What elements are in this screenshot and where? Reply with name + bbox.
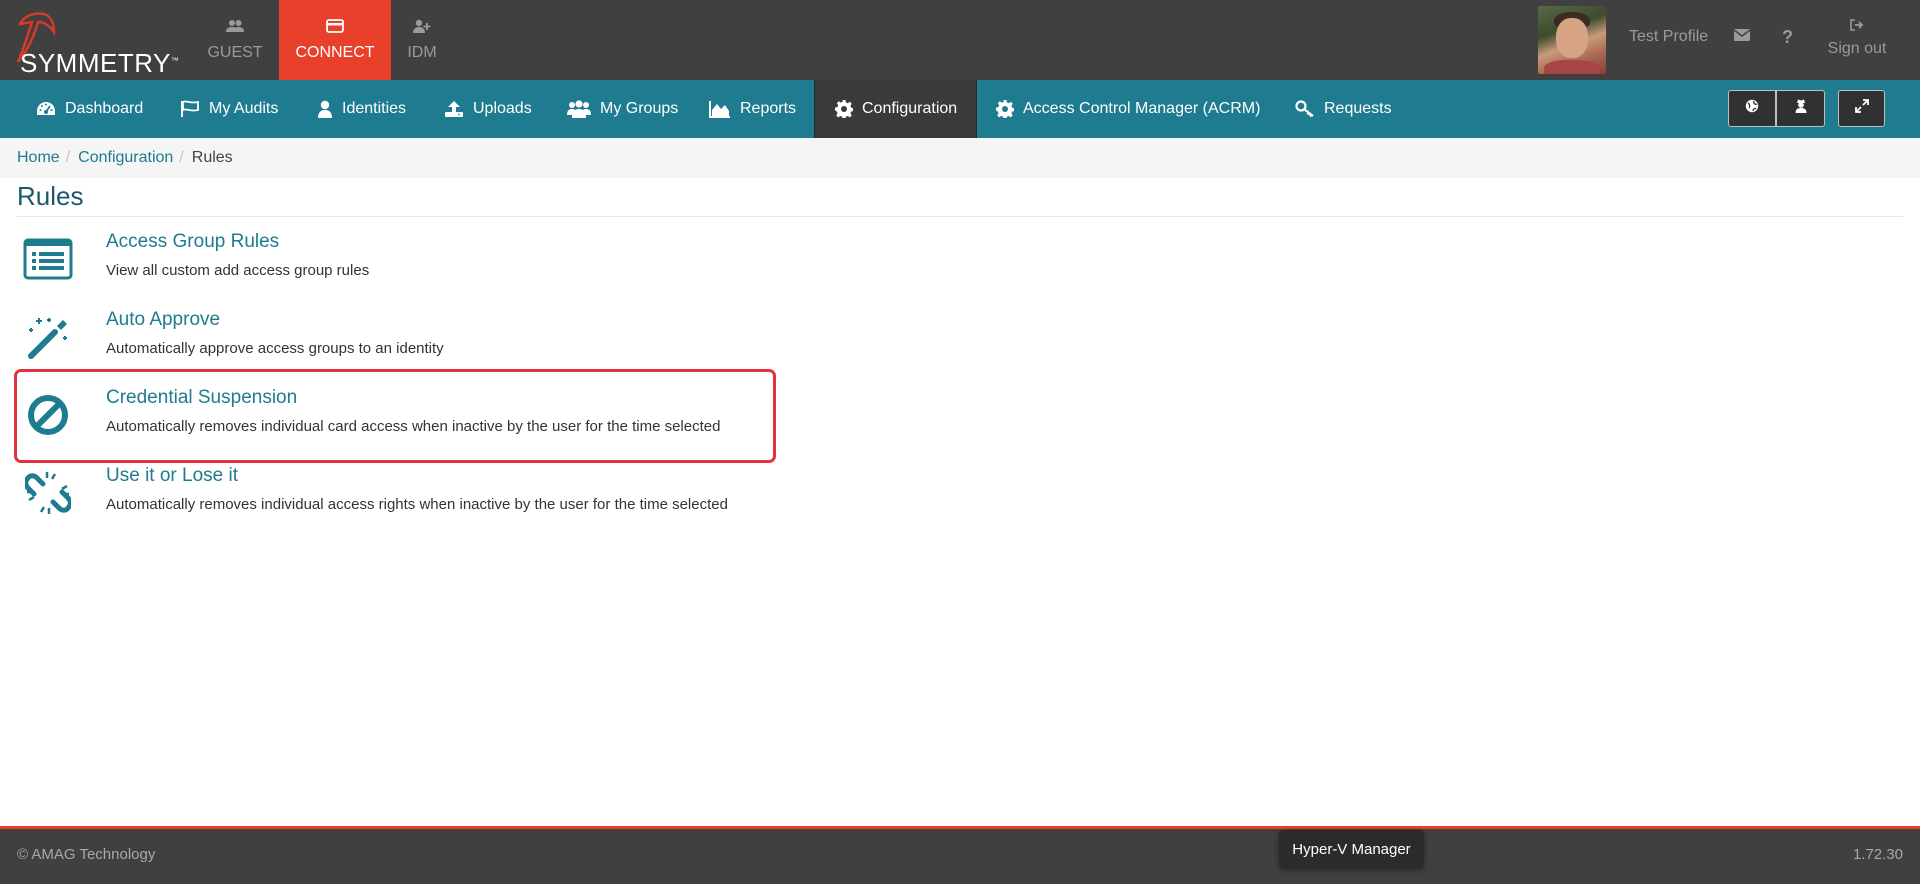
globe-icon: [1745, 99, 1759, 118]
user-secret-icon: [1795, 99, 1807, 118]
users-icon: [226, 19, 244, 38]
symmetry-logo[interactable]: SYMMETRY™: [6, 6, 182, 78]
breadcrumb-home[interactable]: Home: [17, 149, 60, 167]
taskbar-tooltip: Hyper-V Manager: [1279, 830, 1424, 868]
avatar[interactable]: [1538, 6, 1606, 74]
page-title: Rules: [17, 181, 84, 211]
magic-wand-icon: [21, 312, 75, 362]
profile-name[interactable]: Test Profile: [1629, 28, 1708, 46]
dashboard-icon: [36, 101, 56, 117]
nav-item-my-audits[interactable]: My Audits: [180, 80, 278, 138]
key-icon: [1295, 100, 1315, 118]
footer: © AMAG Technology 1.72.30: [0, 826, 1920, 884]
rule-description: Automatically removes individual access …: [106, 496, 728, 513]
logo-trademark: ™: [170, 56, 180, 65]
app-tab-label: IDM: [407, 43, 437, 61]
upload-icon: [444, 100, 464, 118]
breadcrumb-separator: /: [179, 149, 184, 166]
user-icon: [317, 100, 333, 118]
envelope-icon[interactable]: [1733, 28, 1751, 46]
main-navbar: Dashboard My Audits Identities Uploads M…: [0, 80, 1920, 138]
nav-label: Requests: [1324, 100, 1392, 117]
app-tab-idm[interactable]: IDM: [392, 0, 452, 80]
list-icon: [21, 234, 75, 284]
rule-title[interactable]: Use it or Lose it: [106, 465, 238, 487]
gear-icon: [835, 100, 853, 118]
nav-label: Identities: [342, 100, 407, 117]
app-tab-label: CONNECT: [295, 43, 375, 61]
broken-link-icon: [21, 468, 75, 518]
rule-title[interactable]: Credential Suspension: [106, 387, 297, 409]
nav-item-my-groups[interactable]: My Groups: [567, 80, 678, 138]
top-header: SYMMETRY™ GUEST CONNECT IDM Test Profile…: [0, 0, 1920, 80]
expand-icon: [1854, 99, 1869, 118]
rule-item-credential-suspension[interactable]: Credential Suspension Automatically remo…: [14, 369, 776, 463]
rule-description: View all custom add access group rules: [106, 262, 370, 279]
rule-description: Automatically approve access groups to a…: [106, 340, 444, 357]
nav-item-acrm[interactable]: Access Control Manager (ACRM): [996, 80, 1260, 138]
nav-label: Dashboard: [65, 100, 144, 117]
sign-out-label: Sign out: [1827, 40, 1887, 57]
nav-item-dashboard[interactable]: Dashboard: [36, 80, 143, 138]
logo-text: SYMMETRY: [20, 48, 171, 78]
rule-title[interactable]: Auto Approve: [106, 309, 220, 331]
breadcrumb-separator: /: [65, 149, 71, 166]
nav-item-identities[interactable]: Identities: [317, 80, 406, 138]
app-tab-guest[interactable]: GUEST: [192, 0, 278, 80]
rule-item-auto-approve[interactable]: Auto Approve Automatically approve acces…: [17, 294, 773, 382]
flag-icon: [180, 100, 200, 118]
rule-item-use-it-or-lose-it[interactable]: Use it or Lose it Automatically removes …: [17, 450, 773, 538]
nav-item-uploads[interactable]: Uploads: [444, 80, 532, 138]
gear-icon: [996, 100, 1014, 118]
user-secret-button[interactable]: [1776, 90, 1825, 127]
sign-out-icon: [1818, 18, 1896, 36]
help-icon[interactable]: ?: [1782, 27, 1793, 48]
breadcrumb: Home / Configuration / Rules: [0, 138, 1920, 178]
breadcrumb-current: Rules: [191, 149, 233, 166]
breadcrumb-configuration[interactable]: Configuration: [78, 149, 173, 167]
sign-out-button[interactable]: Sign out: [1818, 18, 1896, 58]
app-tab-label: GUEST: [207, 43, 263, 61]
nav-label: My Audits: [209, 100, 279, 117]
user-plus-icon: [413, 19, 431, 38]
copyright-text: © AMAG Technology: [17, 846, 156, 863]
nav-label: My Groups: [600, 100, 679, 117]
rule-item-access-group-rules[interactable]: Access Group Rules View all custom add a…: [17, 216, 773, 304]
version-text: 1.72.30: [1852, 846, 1903, 863]
group-icon: [567, 100, 591, 118]
rule-title[interactable]: Access Group Rules: [106, 231, 279, 253]
rule-description: Automatically removes individual card ac…: [106, 418, 721, 435]
globe-button[interactable]: [1728, 90, 1776, 127]
nav-item-requests[interactable]: Requests: [1295, 80, 1392, 138]
nav-label: Access Control Manager (ACRM): [1023, 100, 1261, 117]
fullscreen-button[interactable]: [1838, 90, 1885, 127]
nav-label: Uploads: [473, 100, 532, 117]
nav-label: Configuration: [862, 100, 958, 117]
area-chart-icon: [709, 100, 731, 118]
app-tab-connect[interactable]: CONNECT: [279, 0, 391, 80]
nav-item-reports[interactable]: Reports: [709, 80, 796, 138]
credit-card-icon: [326, 18, 344, 38]
nav-label: Reports: [740, 100, 797, 117]
nav-item-configuration[interactable]: Configuration: [814, 80, 977, 138]
ban-icon: [21, 390, 75, 440]
